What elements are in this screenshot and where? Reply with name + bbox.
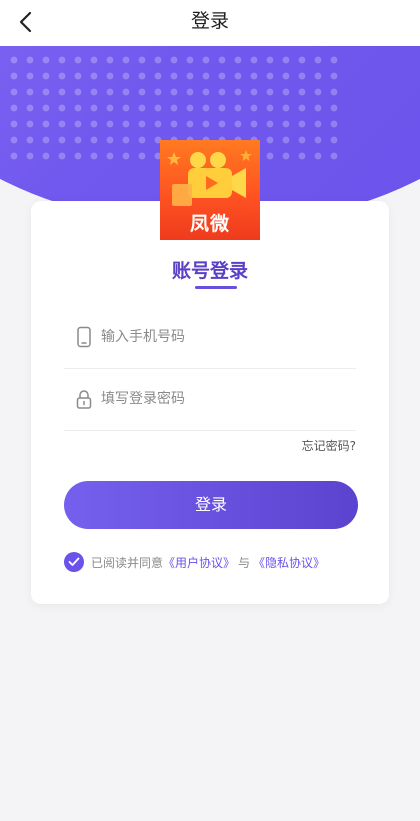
lock-icon: [76, 390, 92, 409]
title-underline: [195, 286, 237, 289]
login-button[interactable]: 登录: [64, 481, 358, 529]
login-card: 账号登录 忘记密码? 登录 已阅读并同意: [31, 201, 389, 604]
top-nav-bar: 登录: [0, 0, 420, 46]
forgot-password-link[interactable]: 忘记密码?: [302, 437, 356, 454]
login-page: 登录 凤微 账号登录 输入手机号码 忘记密码? 登录 已阅读并同意 《用户协议》…: [0, 0, 420, 821]
page-title: 登录: [190, 10, 229, 32]
phone-icon: [77, 326, 91, 348]
phone-input[interactable]: [101, 325, 341, 349]
user-agreement-link[interactable]: 《用户协议》: [163, 554, 235, 571]
phone-field: [64, 308, 356, 369]
agreement-row: 已阅读并同意 《用户协议》 与 《隐私协议》: [64, 551, 325, 573]
agreement-prefix: 已阅读并同意: [91, 555, 164, 570]
password-field: [64, 370, 356, 431]
app-logo: 凤微: [160, 140, 260, 240]
password-input[interactable]: [101, 387, 341, 411]
agreement-checkbox[interactable]: [64, 552, 84, 572]
checkmark-icon: [68, 557, 80, 566]
card-title: 账号登录: [171, 260, 248, 282]
privacy-agreement-link[interactable]: 《隐私协议》: [253, 554, 325, 571]
agreement-connector: 与: [238, 555, 251, 570]
app-logo-text: 凤微: [189, 213, 230, 235]
